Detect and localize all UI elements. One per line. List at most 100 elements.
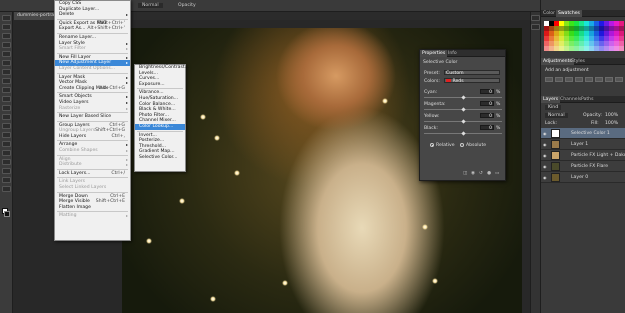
opacity-value[interactable]: 100% bbox=[605, 113, 618, 118]
eye-icon[interactable]: ◉ bbox=[543, 131, 548, 136]
tab-info[interactable]: Info bbox=[446, 50, 459, 57]
relative-radio[interactable] bbox=[430, 143, 434, 147]
brightness-icon[interactable] bbox=[545, 77, 553, 82]
eraser-tool-icon[interactable] bbox=[1, 105, 11, 111]
menu-item-label: Smart Filter bbox=[59, 46, 86, 52]
tab-paths[interactable]: Paths bbox=[579, 96, 596, 103]
pen-tool-icon[interactable] bbox=[1, 141, 11, 147]
layer-row[interactable]: ◉ Layer 1 bbox=[541, 139, 625, 150]
hue-icon[interactable] bbox=[595, 77, 603, 82]
menu-item[interactable]: Create Clipping Mask Alt+Ctrl+G bbox=[55, 86, 130, 92]
menu-item[interactable]: Flatten Image bbox=[55, 205, 130, 211]
menu-separator bbox=[57, 112, 128, 114]
swatches-grid[interactable] bbox=[544, 21, 624, 53]
menu-item-shortcut: Alt+Shift+Ctrl+' bbox=[87, 26, 125, 32]
layer-row[interactable]: ◉ Layer 0 bbox=[541, 172, 625, 183]
dodge-tool-icon[interactable] bbox=[1, 132, 11, 138]
menu-item[interactable]: Color Lookup... bbox=[135, 123, 185, 130]
levels-icon[interactable] bbox=[555, 77, 563, 82]
slider-value-field[interactable]: 0 bbox=[480, 89, 494, 95]
kind-filter[interactable]: Kind bbox=[545, 105, 562, 110]
menu-item[interactable]: Hide Layers Ctrl+, bbox=[55, 134, 130, 140]
right-panels: Color Swatches Adjustments Styles Add an… bbox=[540, 0, 625, 313]
view-previous-icon[interactable]: ◉ bbox=[471, 171, 475, 176]
blend-mode-select[interactable]: Normal bbox=[545, 113, 568, 118]
history-brush-icon[interactable] bbox=[1, 96, 11, 102]
layer-thumbnail bbox=[551, 173, 560, 182]
lasso-tool-icon[interactable] bbox=[1, 33, 11, 39]
slider-value-field[interactable]: 0 bbox=[480, 101, 494, 107]
fill-value[interactable]: 100% bbox=[605, 121, 618, 126]
blur-tool-icon[interactable] bbox=[1, 123, 11, 129]
color-swatch[interactable] bbox=[619, 46, 624, 51]
properties-panel-icon[interactable] bbox=[531, 24, 540, 30]
path-select-icon[interactable] bbox=[1, 159, 11, 165]
marquee-tool-icon[interactable] bbox=[1, 24, 11, 30]
menu-item-label: Export As... bbox=[59, 26, 86, 32]
eye-icon[interactable]: ◉ bbox=[543, 175, 548, 180]
menu-item-label: Color Lookup... bbox=[139, 123, 174, 129]
preset-select[interactable]: Custom bbox=[444, 70, 500, 76]
visibility-icon[interactable]: ● bbox=[487, 171, 491, 176]
tab-styles[interactable]: Styles bbox=[569, 58, 587, 65]
menu-item: Distribute ▸ bbox=[55, 162, 130, 168]
eye-icon[interactable]: ◉ bbox=[543, 142, 548, 147]
slider-knob[interactable] bbox=[461, 131, 466, 136]
bw-icon[interactable] bbox=[615, 77, 623, 82]
healing-brush-icon[interactable] bbox=[1, 69, 11, 75]
crop-tool-icon[interactable] bbox=[1, 51, 11, 57]
menu-item-label: Gradient Map... bbox=[139, 149, 175, 155]
balance-icon[interactable] bbox=[605, 77, 613, 82]
slider-knob[interactable] bbox=[461, 107, 466, 112]
tab-color[interactable]: Color bbox=[541, 10, 557, 17]
quick-select-tool-icon[interactable] bbox=[1, 42, 11, 48]
slider-value-field[interactable]: 0 bbox=[480, 113, 494, 119]
slider-label: Yellow: bbox=[424, 114, 440, 119]
menu-item[interactable]: Lock Layers... Ctrl+/ bbox=[55, 171, 130, 177]
light-spark bbox=[179, 198, 185, 204]
menu-item[interactable]: Selective Color... bbox=[135, 155, 185, 161]
tab-properties[interactable]: Properties bbox=[420, 50, 448, 57]
menu-item[interactable]: Export As... Alt+Shift+Ctrl+' bbox=[55, 26, 130, 32]
eye-icon[interactable]: ◉ bbox=[543, 153, 548, 158]
menu-item: Matting ▸ bbox=[55, 213, 130, 219]
move-tool-icon[interactable] bbox=[1, 15, 11, 21]
shape-tool-icon[interactable] bbox=[1, 168, 11, 174]
menu-item: Select Linked Layers bbox=[55, 185, 130, 191]
light-spark bbox=[214, 135, 220, 141]
tab-swatches[interactable]: Swatches bbox=[556, 10, 582, 17]
eye-icon[interactable]: ◉ bbox=[543, 164, 548, 169]
exposure-icon[interactable] bbox=[575, 77, 583, 82]
type-tool-icon[interactable] bbox=[1, 150, 11, 156]
blend-mode-field[interactable]: Normal bbox=[138, 3, 163, 8]
layer-row[interactable]: ◉ Selective Color 1 bbox=[541, 128, 625, 139]
properties-tabs: Properties Info bbox=[420, 50, 505, 57]
menu-item[interactable]: Delete ▸ bbox=[55, 12, 130, 18]
reset-icon[interactable]: ↺ bbox=[479, 171, 483, 176]
curves-icon[interactable] bbox=[565, 77, 573, 82]
layer-thumbnail bbox=[551, 129, 560, 138]
absolute-radio[interactable] bbox=[460, 143, 464, 147]
properties-panel: Properties Info Selective Color Preset: … bbox=[419, 49, 506, 181]
gradient-tool-icon[interactable] bbox=[1, 114, 11, 120]
clip-icon[interactable]: ◫ bbox=[463, 171, 467, 176]
menu-item[interactable]: Exposure... bbox=[135, 82, 185, 88]
trash-icon[interactable]: ▭ bbox=[495, 171, 499, 176]
menu-item[interactable]: New Layer Based Slice bbox=[55, 114, 130, 120]
brush-tool-icon[interactable] bbox=[1, 78, 11, 84]
slider-value-field[interactable]: 0 bbox=[480, 125, 494, 131]
colors-select[interactable]: Reds bbox=[444, 78, 500, 84]
menu-item-label: Align bbox=[59, 156, 71, 162]
clone-stamp-icon[interactable] bbox=[1, 87, 11, 93]
lock-label: Lock: bbox=[545, 121, 558, 126]
hand-tool-icon[interactable] bbox=[1, 177, 11, 183]
layer-row[interactable]: ◉ Particle FX Flare bbox=[541, 161, 625, 172]
history-panel-icon[interactable] bbox=[531, 15, 540, 21]
zoom-tool-icon[interactable] bbox=[1, 186, 11, 192]
background-color-swatch[interactable] bbox=[4, 211, 10, 217]
slider-knob[interactable] bbox=[461, 119, 466, 124]
eyedropper-tool-icon[interactable] bbox=[1, 60, 11, 66]
layer-row[interactable]: ◉ Particle FX Light + Dakota bbox=[541, 150, 625, 161]
vibrance-icon[interactable] bbox=[585, 77, 593, 82]
slider-knob[interactable] bbox=[461, 95, 466, 100]
